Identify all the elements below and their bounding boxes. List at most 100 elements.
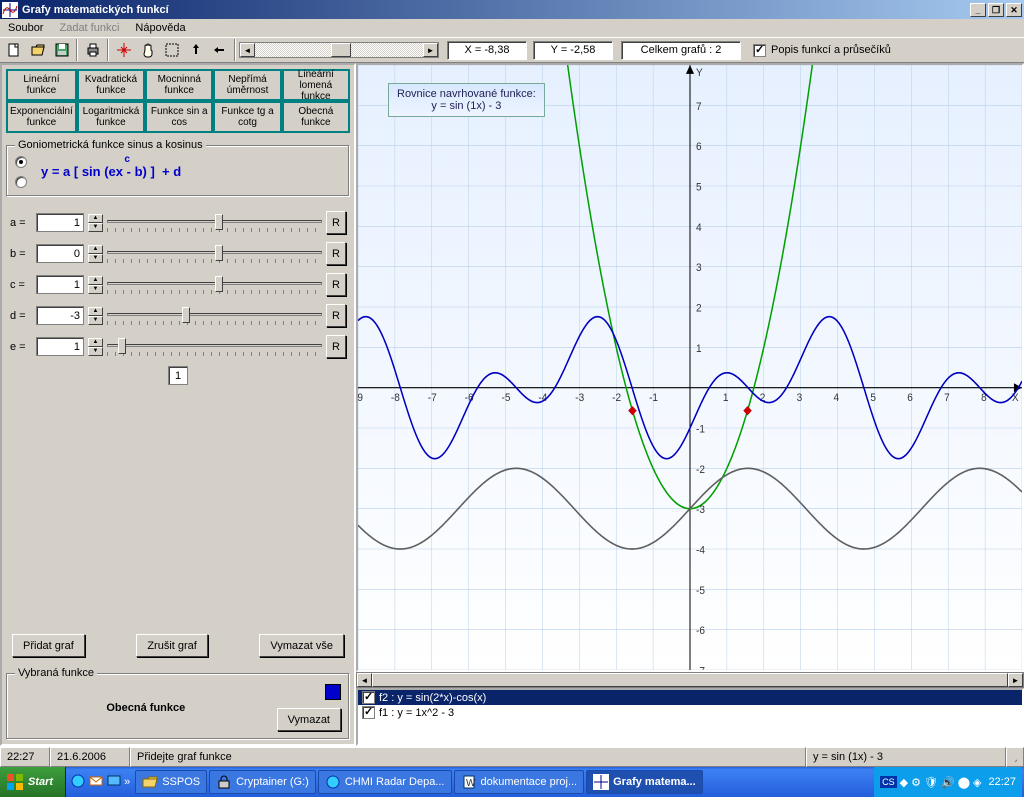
task-chmi[interactable]: CHMI Radar Depa... — [318, 770, 452, 794]
param-a-reset[interactable]: R — [326, 211, 346, 234]
hand-icon[interactable] — [136, 39, 159, 61]
zoom-in-icon[interactable] — [184, 39, 207, 61]
task-cryptainer[interactable]: Cryptainer (G:) — [209, 770, 316, 794]
formula-group: Goniometrická funkce sinus a kosinus c y… — [6, 145, 350, 197]
cat-inverse[interactable]: Nepřímá úměrnost — [213, 69, 281, 101]
menu-file[interactable]: Soubor — [2, 20, 49, 36]
plot-h-scroll[interactable]: ◄ ► — [356, 672, 1024, 688]
scroll-right-icon[interactable]: ► — [423, 43, 438, 57]
ql-desktop-icon[interactable] — [106, 773, 122, 792]
param-extra-input[interactable] — [168, 366, 188, 385]
task-doc[interactable]: Wdokumentace proj... — [454, 770, 585, 794]
f1-checkbox[interactable] — [362, 706, 375, 719]
total-graphs-display: Celkem grafů : 2 — [621, 41, 741, 60]
function-list[interactable]: f2 : y = sin(2*x)-cos(x) f1 : y = 1x^2 -… — [356, 688, 1024, 746]
resize-grip[interactable] — [1006, 747, 1024, 767]
clear-all-button[interactable]: Vymazat vše — [259, 634, 344, 657]
param-b-reset[interactable]: R — [326, 242, 346, 265]
tray-icon-3[interactable]: 🛡 — [924, 776, 938, 789]
ql-ie-icon[interactable] — [70, 773, 86, 792]
formula-group-title: Goniometrická funkce sinus a kosinus — [15, 139, 206, 151]
param-a-slider[interactable] — [107, 212, 322, 234]
restore-button[interactable]: ❐ — [988, 3, 1004, 17]
radio-cos[interactable] — [15, 176, 27, 188]
add-graph-button[interactable]: Přidat graf — [12, 634, 85, 657]
radio-sin[interactable] — [15, 156, 27, 168]
start-button[interactable]: Start — [0, 767, 66, 797]
param-e-spinner[interactable]: ▲▼ — [88, 338, 103, 356]
ql-chevron-icon[interactable]: » — [124, 776, 130, 788]
param-d-reset[interactable]: R — [326, 304, 346, 327]
param-c-row: c = ▲▼ R — [10, 273, 346, 296]
svg-text:W: W — [466, 778, 476, 789]
task-sspos[interactable]: SSPOS — [135, 770, 207, 794]
param-e-reset[interactable]: R — [326, 335, 346, 358]
param-c-slider[interactable] — [107, 274, 322, 296]
tray-clock[interactable]: 22:27 — [988, 776, 1016, 788]
cat-rational[interactable]: Lineární lomená funkce — [282, 69, 350, 101]
param-c-spinner[interactable]: ▲▼ — [88, 276, 103, 294]
svg-text:3: 3 — [696, 262, 702, 275]
svg-text:-5: -5 — [502, 392, 511, 405]
param-c-reset[interactable]: R — [326, 273, 346, 296]
task-grafy[interactable]: Grafy matema... — [586, 770, 703, 794]
param-d-input[interactable] — [36, 306, 84, 325]
svg-text:Y: Y — [696, 67, 703, 80]
tray-icon-4[interactable]: 🔊 — [941, 776, 955, 789]
plot-scroll-left-icon[interactable]: ◄ — [357, 673, 372, 687]
param-c-input[interactable] — [36, 275, 84, 294]
minimize-button[interactable]: _ — [970, 3, 986, 17]
parameters: a = ▲▼ R b = ▲▼ R c = ▲▼ R d = — [6, 203, 350, 385]
tray-icon-6[interactable]: ◈ — [973, 776, 981, 789]
erase-button[interactable]: Vymazat — [277, 708, 341, 731]
cat-exponential[interactable]: Exponenciální funkce — [6, 101, 77, 133]
tray-icon-2[interactable]: ⚙ — [911, 776, 921, 789]
cat-sin-cos[interactable]: Funkce sin a cos — [145, 101, 213, 133]
cat-logarithmic[interactable]: Logaritmická funkce — [77, 101, 145, 133]
param-a-row: a = ▲▼ R — [10, 211, 346, 234]
cat-general[interactable]: Obecná funkce — [282, 101, 350, 133]
function-row-f1[interactable]: f1 : y = 1x^2 - 3 — [358, 705, 1022, 720]
scroll-left-icon[interactable]: ◄ — [240, 43, 255, 57]
plot-scroll-right-icon[interactable]: ► — [1008, 673, 1023, 687]
cat-quadratic[interactable]: Kvadratická funkce — [77, 69, 145, 101]
crosshair-icon[interactable] — [112, 39, 135, 61]
param-d-spinner[interactable]: ▲▼ — [88, 307, 103, 325]
param-b-spinner[interactable]: ▲▼ — [88, 245, 103, 263]
open-icon[interactable] — [26, 39, 49, 61]
tray-icon-1[interactable]: ◆ — [900, 776, 908, 789]
svg-text:-8: -8 — [391, 392, 400, 405]
color-swatch[interactable] — [325, 684, 341, 700]
menu-help[interactable]: Nápověda — [129, 20, 191, 36]
param-d-slider[interactable] — [107, 305, 322, 327]
coord-y-display: Y = -2,58 — [533, 41, 613, 60]
param-e-slider[interactable] — [107, 336, 322, 358]
svg-text:-7: -7 — [696, 665, 705, 670]
close-button[interactable]: ✕ — [1006, 3, 1022, 17]
function-row-f2[interactable]: f2 : y = sin(2*x)-cos(x) — [358, 690, 1022, 705]
cancel-graph-button[interactable]: Zrušit graf — [136, 634, 208, 657]
cat-power[interactable]: Mocninná funkce — [145, 69, 213, 101]
param-e-input[interactable] — [36, 337, 84, 356]
zoom-box-icon[interactable] — [160, 39, 183, 61]
cat-tg-cotg[interactable]: Funkce tg a cotg — [213, 101, 281, 133]
labels-checkbox[interactable] — [753, 44, 766, 57]
new-icon[interactable] — [2, 39, 25, 61]
param-d-label: d = — [10, 310, 32, 322]
param-a-input[interactable] — [36, 213, 84, 232]
zoom-out-icon[interactable] — [208, 39, 231, 61]
plot-area[interactable]: XY-9-8-7-6-5-4-3-2-112345678-7-6-5-4-3-2… — [356, 63, 1024, 672]
save-icon[interactable] — [50, 39, 73, 61]
ql-mail-icon[interactable] — [88, 773, 104, 792]
param-b-input[interactable] — [36, 244, 84, 263]
param-a-spinner[interactable]: ▲▼ — [88, 214, 103, 232]
print-icon[interactable] — [81, 39, 104, 61]
tray-lang-icon[interactable]: CS — [880, 776, 897, 788]
tray-icon-5[interactable]: ⬤ — [958, 776, 970, 789]
cat-linear[interactable]: Lineární funkce — [6, 69, 77, 101]
param-b-slider[interactable] — [107, 243, 322, 265]
x-scroll[interactable]: ◄ ► — [239, 42, 439, 58]
legend-line1: Rovnice navrhované funkce: — [397, 88, 536, 100]
f2-checkbox[interactable] — [362, 691, 375, 704]
svg-text:7: 7 — [944, 392, 950, 405]
